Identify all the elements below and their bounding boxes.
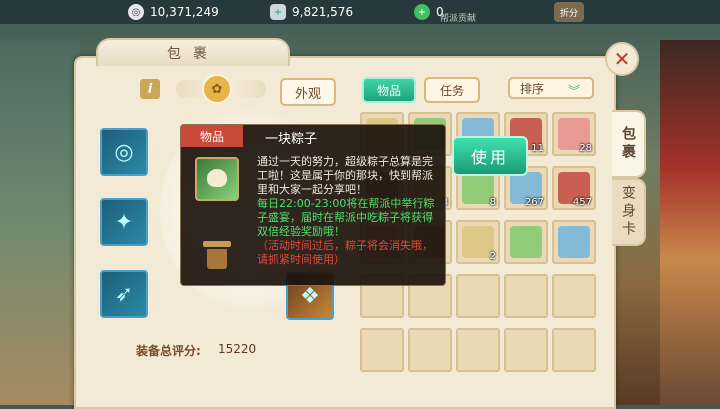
- chevron-down-icon: ︾: [568, 84, 581, 98]
- silver-coin-icon: ◎: [128, 4, 144, 20]
- equipment-score-value: 15220: [218, 342, 257, 356]
- equipment-score-label: 装备总评分:: [136, 344, 201, 358]
- inventory-slot[interactable]: [552, 274, 596, 318]
- currency-bar: [0, 0, 720, 24]
- close-icon: ✕: [613, 47, 631, 71]
- appearance-button[interactable]: 外观: [280, 78, 336, 106]
- background-scene-left: [0, 40, 80, 405]
- item-count: 11: [531, 143, 544, 154]
- equip-slot-weapon[interactable]: ➶: [100, 270, 148, 318]
- tooltip-text: 通过一天的努力，超级粽子总算是完工啦！这是属于你的那块，快到帮派里和大家一起分享…: [257, 155, 439, 267]
- background-scene-right: [660, 40, 720, 405]
- inventory-slot[interactable]: [456, 328, 500, 372]
- inventory-slot[interactable]: [504, 274, 548, 318]
- item-tooltip: 物品 一块粽子 通过一天的努力，超级粽子总算是完工啦！这是属于你的那块，快到帮派…: [180, 124, 446, 286]
- silver-amount: 10,371,249: [150, 5, 219, 19]
- info-icon[interactable]: i: [140, 79, 160, 99]
- tab-tasks[interactable]: 任务: [424, 77, 480, 103]
- side-tab-transform-card[interactable]: 变身卡: [612, 178, 646, 246]
- inventory-slot[interactable]: [552, 220, 596, 264]
- sort-button[interactable]: 排序 ︾: [508, 77, 594, 99]
- tooltip-description: 通过一天的努力，超级粽子总算是完工啦！这是属于你的那块，快到帮派里和大家一起分享…: [257, 155, 433, 196]
- inventory-slot[interactable]: [504, 220, 548, 264]
- tooltip-item-name: 一块粽子: [265, 132, 318, 147]
- inventory-slot[interactable]: [408, 328, 452, 372]
- jade-sub-label: 帮派贡献: [440, 14, 477, 24]
- gem-currency[interactable]: + 9,821,576: [270, 3, 353, 21]
- panel-title: 包裹: [96, 38, 290, 66]
- necklace-icon: ◎: [114, 139, 134, 165]
- tooltip-tag: 物品: [181, 125, 243, 147]
- accessory-icon: ❖: [300, 283, 320, 309]
- emblem-icon: ✿: [202, 74, 232, 104]
- tab-items[interactable]: 物品: [362, 77, 416, 103]
- inventory-slot[interactable]: [552, 328, 596, 372]
- inventory-slot[interactable]: 2: [456, 220, 500, 264]
- item-count: 8: [489, 197, 496, 208]
- gem-amount: 9,821,576: [292, 5, 354, 19]
- inventory-slot[interactable]: [360, 328, 404, 372]
- item-icon: [510, 226, 542, 258]
- gem-add-icon[interactable]: +: [270, 4, 286, 20]
- equip-slot-necklace[interactable]: ◎: [100, 128, 148, 176]
- equip-slot-armor[interactable]: ✦: [100, 198, 148, 246]
- sort-label: 排序: [520, 81, 545, 96]
- zongzi-icon: [195, 157, 239, 201]
- item-icon: [558, 226, 590, 258]
- inventory-slot[interactable]: 457: [552, 166, 596, 210]
- close-button[interactable]: ✕: [605, 42, 639, 76]
- weapon-icon: ➶: [114, 281, 134, 307]
- item-count: 457: [572, 197, 592, 208]
- inventory-slot[interactable]: [504, 328, 548, 372]
- item-count: 28: [579, 143, 592, 154]
- item-count: 267: [524, 197, 544, 208]
- side-tab-inventory[interactable]: 包裹: [612, 110, 646, 178]
- inventory-slot[interactable]: [456, 274, 500, 318]
- shop-button[interactable]: 折分: [554, 2, 584, 22]
- silver-currency: ◎ 10,371,249: [128, 3, 219, 21]
- use-button[interactable]: 使用: [452, 136, 528, 176]
- jade-add-icon[interactable]: +: [414, 4, 430, 20]
- inventory-slot[interactable]: 28: [552, 112, 596, 156]
- discard-icon[interactable]: [203, 237, 231, 269]
- tooltip-event: 每日22:00-23:00将在帮派中举行粽子盛宴，届时在帮派中吃粽子将获得双倍经…: [257, 197, 435, 238]
- armor-icon: ✦: [114, 209, 134, 235]
- item-count: 2: [489, 251, 496, 262]
- tooltip-warning: （活动时间过后，粽子将会消失哦，请抓紧时间使用）: [257, 239, 433, 266]
